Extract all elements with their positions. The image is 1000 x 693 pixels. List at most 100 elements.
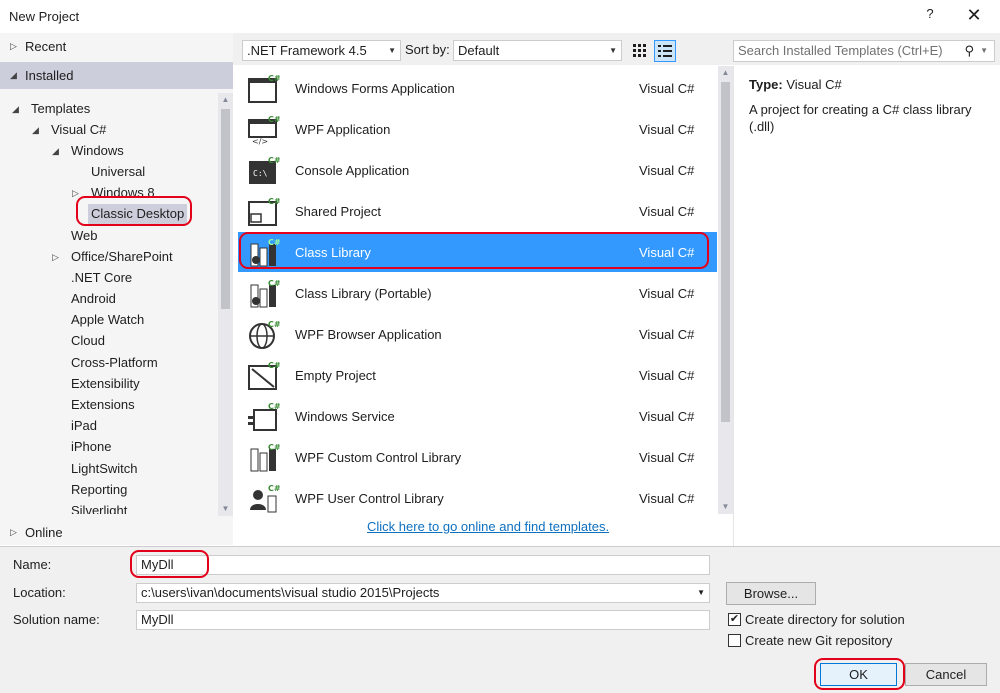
recent-node[interactable]: ▷ Recent xyxy=(0,33,233,60)
tree-item-iphone[interactable]: iPhone xyxy=(68,437,114,457)
template-row[interactable]: C# Empty Project Visual C# xyxy=(238,355,717,395)
tree-item-visual-csharp[interactable]: ◢ Visual C# xyxy=(32,120,109,140)
type-value: Visual C# xyxy=(786,77,842,92)
sort-by-label: Sort by: xyxy=(405,42,450,57)
chevron-down-icon[interactable]: ▼ xyxy=(697,584,705,602)
tree-item-extensibility[interactable]: Extensibility xyxy=(68,374,143,394)
svg-text:C#: C# xyxy=(268,156,280,165)
tree-item-apple-watch[interactable]: Apple Watch xyxy=(68,310,147,330)
class-library-portable-icon: C# xyxy=(250,279,280,308)
type-line: Type: Visual C# xyxy=(749,77,842,92)
browse-button[interactable]: Browse... xyxy=(726,582,816,605)
online-node[interactable]: ▷ Online xyxy=(0,519,233,546)
svg-text:C#: C# xyxy=(268,197,280,206)
collapse-arrow-icon[interactable]: ◢ xyxy=(10,62,17,89)
template-list: C# Windows Forms Application Visual C# <… xyxy=(238,66,717,514)
wpf-browser-icon: C# xyxy=(249,320,280,349)
svg-text:C#: C# xyxy=(268,443,280,452)
tree-item-office-sharepoint[interactable]: ▷ Office/SharePoint xyxy=(52,247,176,267)
expand-arrow-icon[interactable]: ▷ xyxy=(10,519,17,546)
template-row[interactable]: C# WPF User Control Library Visual C# xyxy=(238,478,717,514)
tree-item-windows[interactable]: ◢ Windows xyxy=(52,141,127,161)
scroll-up-icon[interactable]: ▲ xyxy=(218,93,233,107)
tree-scrollbar[interactable]: ▲ ▼ xyxy=(218,93,233,516)
create-git-checkbox[interactable] xyxy=(728,634,741,647)
tree-item-lightswitch[interactable]: LightSwitch xyxy=(68,459,140,479)
location-value: c:\users\ivan\documents\visual studio 20… xyxy=(141,585,440,600)
installed-label: Installed xyxy=(25,68,74,83)
template-row[interactable]: C:\ C# Console Application Visual C# xyxy=(238,150,717,190)
template-row[interactable]: C# Class Library (Portable) Visual C# xyxy=(238,273,717,313)
empty-project-icon: C# xyxy=(248,361,280,390)
installed-node[interactable]: ◢ Installed xyxy=(0,62,233,89)
create-directory-checkbox[interactable]: ✔ xyxy=(728,613,741,626)
tree-item-extensions[interactable]: Extensions xyxy=(68,395,138,415)
tree-item-android[interactable]: Android xyxy=(68,289,119,309)
expand-arrow-icon[interactable]: ▷ xyxy=(72,183,79,203)
tree-item-ipad[interactable]: iPad xyxy=(68,416,100,436)
scroll-down-icon[interactable]: ▼ xyxy=(218,502,233,516)
search-input[interactable]: Search Installed Templates (Ctrl+E) ⚲ ▼ xyxy=(733,40,995,62)
solution-name-label: Solution name: xyxy=(13,612,100,627)
windows-forms-icon: C# xyxy=(248,74,280,103)
tree-item-cloud[interactable]: Cloud xyxy=(68,331,108,351)
wpf-application-icon: </> C# xyxy=(248,115,280,145)
scroll-thumb[interactable] xyxy=(721,82,730,422)
tree-item-templates[interactable]: ◢ Templates xyxy=(12,99,93,119)
collapse-arrow-icon[interactable]: ◢ xyxy=(32,120,39,140)
collapse-arrow-icon[interactable]: ◢ xyxy=(12,99,19,119)
svg-text:C#: C# xyxy=(268,115,280,124)
expand-arrow-icon[interactable]: ▷ xyxy=(52,247,59,267)
wpf-custom-control-icon: C# xyxy=(250,443,280,472)
recent-label: Recent xyxy=(25,39,67,54)
cancel-button[interactable]: Cancel xyxy=(905,663,987,686)
name-label: Name: xyxy=(13,557,52,572)
scroll-thumb[interactable] xyxy=(221,109,230,309)
tree-item-reporting[interactable]: Reporting xyxy=(68,480,130,500)
tree-item-windows-8[interactable]: ▷ Windows 8 xyxy=(72,183,158,203)
chevron-down-icon[interactable]: ▼ xyxy=(980,41,988,61)
svg-text:C#: C# xyxy=(268,279,280,288)
framework-select[interactable]: .NET Framework 4.5 ▼ xyxy=(242,40,401,61)
ok-button[interactable]: OK xyxy=(820,663,897,686)
tree-item-universal[interactable]: Universal xyxy=(88,162,148,182)
tree-item-net-core[interactable]: .NET Core xyxy=(68,268,135,288)
close-button[interactable]: ✕ xyxy=(962,3,986,27)
location-field[interactable]: c:\users\ivan\documents\visual studio 20… xyxy=(136,583,710,603)
template-row[interactable]: C# WPF Browser Application Visual C# xyxy=(238,314,717,354)
window-title: New Project xyxy=(9,9,80,24)
console-application-icon: C:\C# xyxy=(249,156,280,184)
scroll-down-icon[interactable]: ▼ xyxy=(718,500,733,514)
sort-select[interactable]: Default ▼ xyxy=(453,40,622,61)
find-templates-online-link[interactable]: Click here to go online and find templat… xyxy=(367,519,609,534)
template-row[interactable]: C# Windows Service Visual C# xyxy=(238,396,717,436)
sort-value: Default xyxy=(458,43,500,58)
collapse-arrow-icon[interactable]: ◢ xyxy=(52,141,59,161)
tree-item-classic-desktop[interactable]: Classic Desktop xyxy=(88,204,188,224)
class-library-icon: C# xyxy=(250,238,280,267)
list-view-button[interactable] xyxy=(654,40,676,62)
svg-text:C#: C# xyxy=(268,238,280,247)
tree-item-web[interactable]: Web xyxy=(68,226,101,246)
template-row[interactable]: C# WPF Custom Control Library Visual C# xyxy=(238,437,717,477)
expand-arrow-icon[interactable]: ▷ xyxy=(10,33,17,60)
list-view-icon xyxy=(658,45,672,57)
search-icon[interactable]: ⚲ xyxy=(964,41,974,61)
template-row[interactable]: C# Shared Project Visual C# xyxy=(238,191,717,231)
name-field[interactable]: MyDll xyxy=(136,555,710,575)
solution-name-field[interactable]: MyDll xyxy=(136,610,710,630)
type-label: Type: xyxy=(749,77,783,92)
svg-text:C#: C# xyxy=(268,74,280,83)
search-placeholder: Search Installed Templates (Ctrl+E) xyxy=(738,43,943,58)
template-row[interactable]: C# Windows Forms Application Visual C# xyxy=(238,68,717,108)
svg-text:C#: C# xyxy=(268,484,280,493)
template-list-scrollbar[interactable]: ▲ ▼ xyxy=(718,66,733,514)
tree-item-silverlight[interactable]: Silverlight xyxy=(68,501,130,514)
small-icons-view-button[interactable] xyxy=(629,40,651,62)
scroll-up-icon[interactable]: ▲ xyxy=(718,66,733,80)
tree-item-cross-platform[interactable]: Cross-Platform xyxy=(68,353,161,373)
template-row-selected[interactable]: C# Class Library Visual C# xyxy=(238,232,717,272)
template-row[interactable]: </> C# WPF Application Visual C# xyxy=(238,109,717,149)
help-button[interactable]: ? xyxy=(920,6,940,26)
svg-text:C#: C# xyxy=(268,402,280,411)
